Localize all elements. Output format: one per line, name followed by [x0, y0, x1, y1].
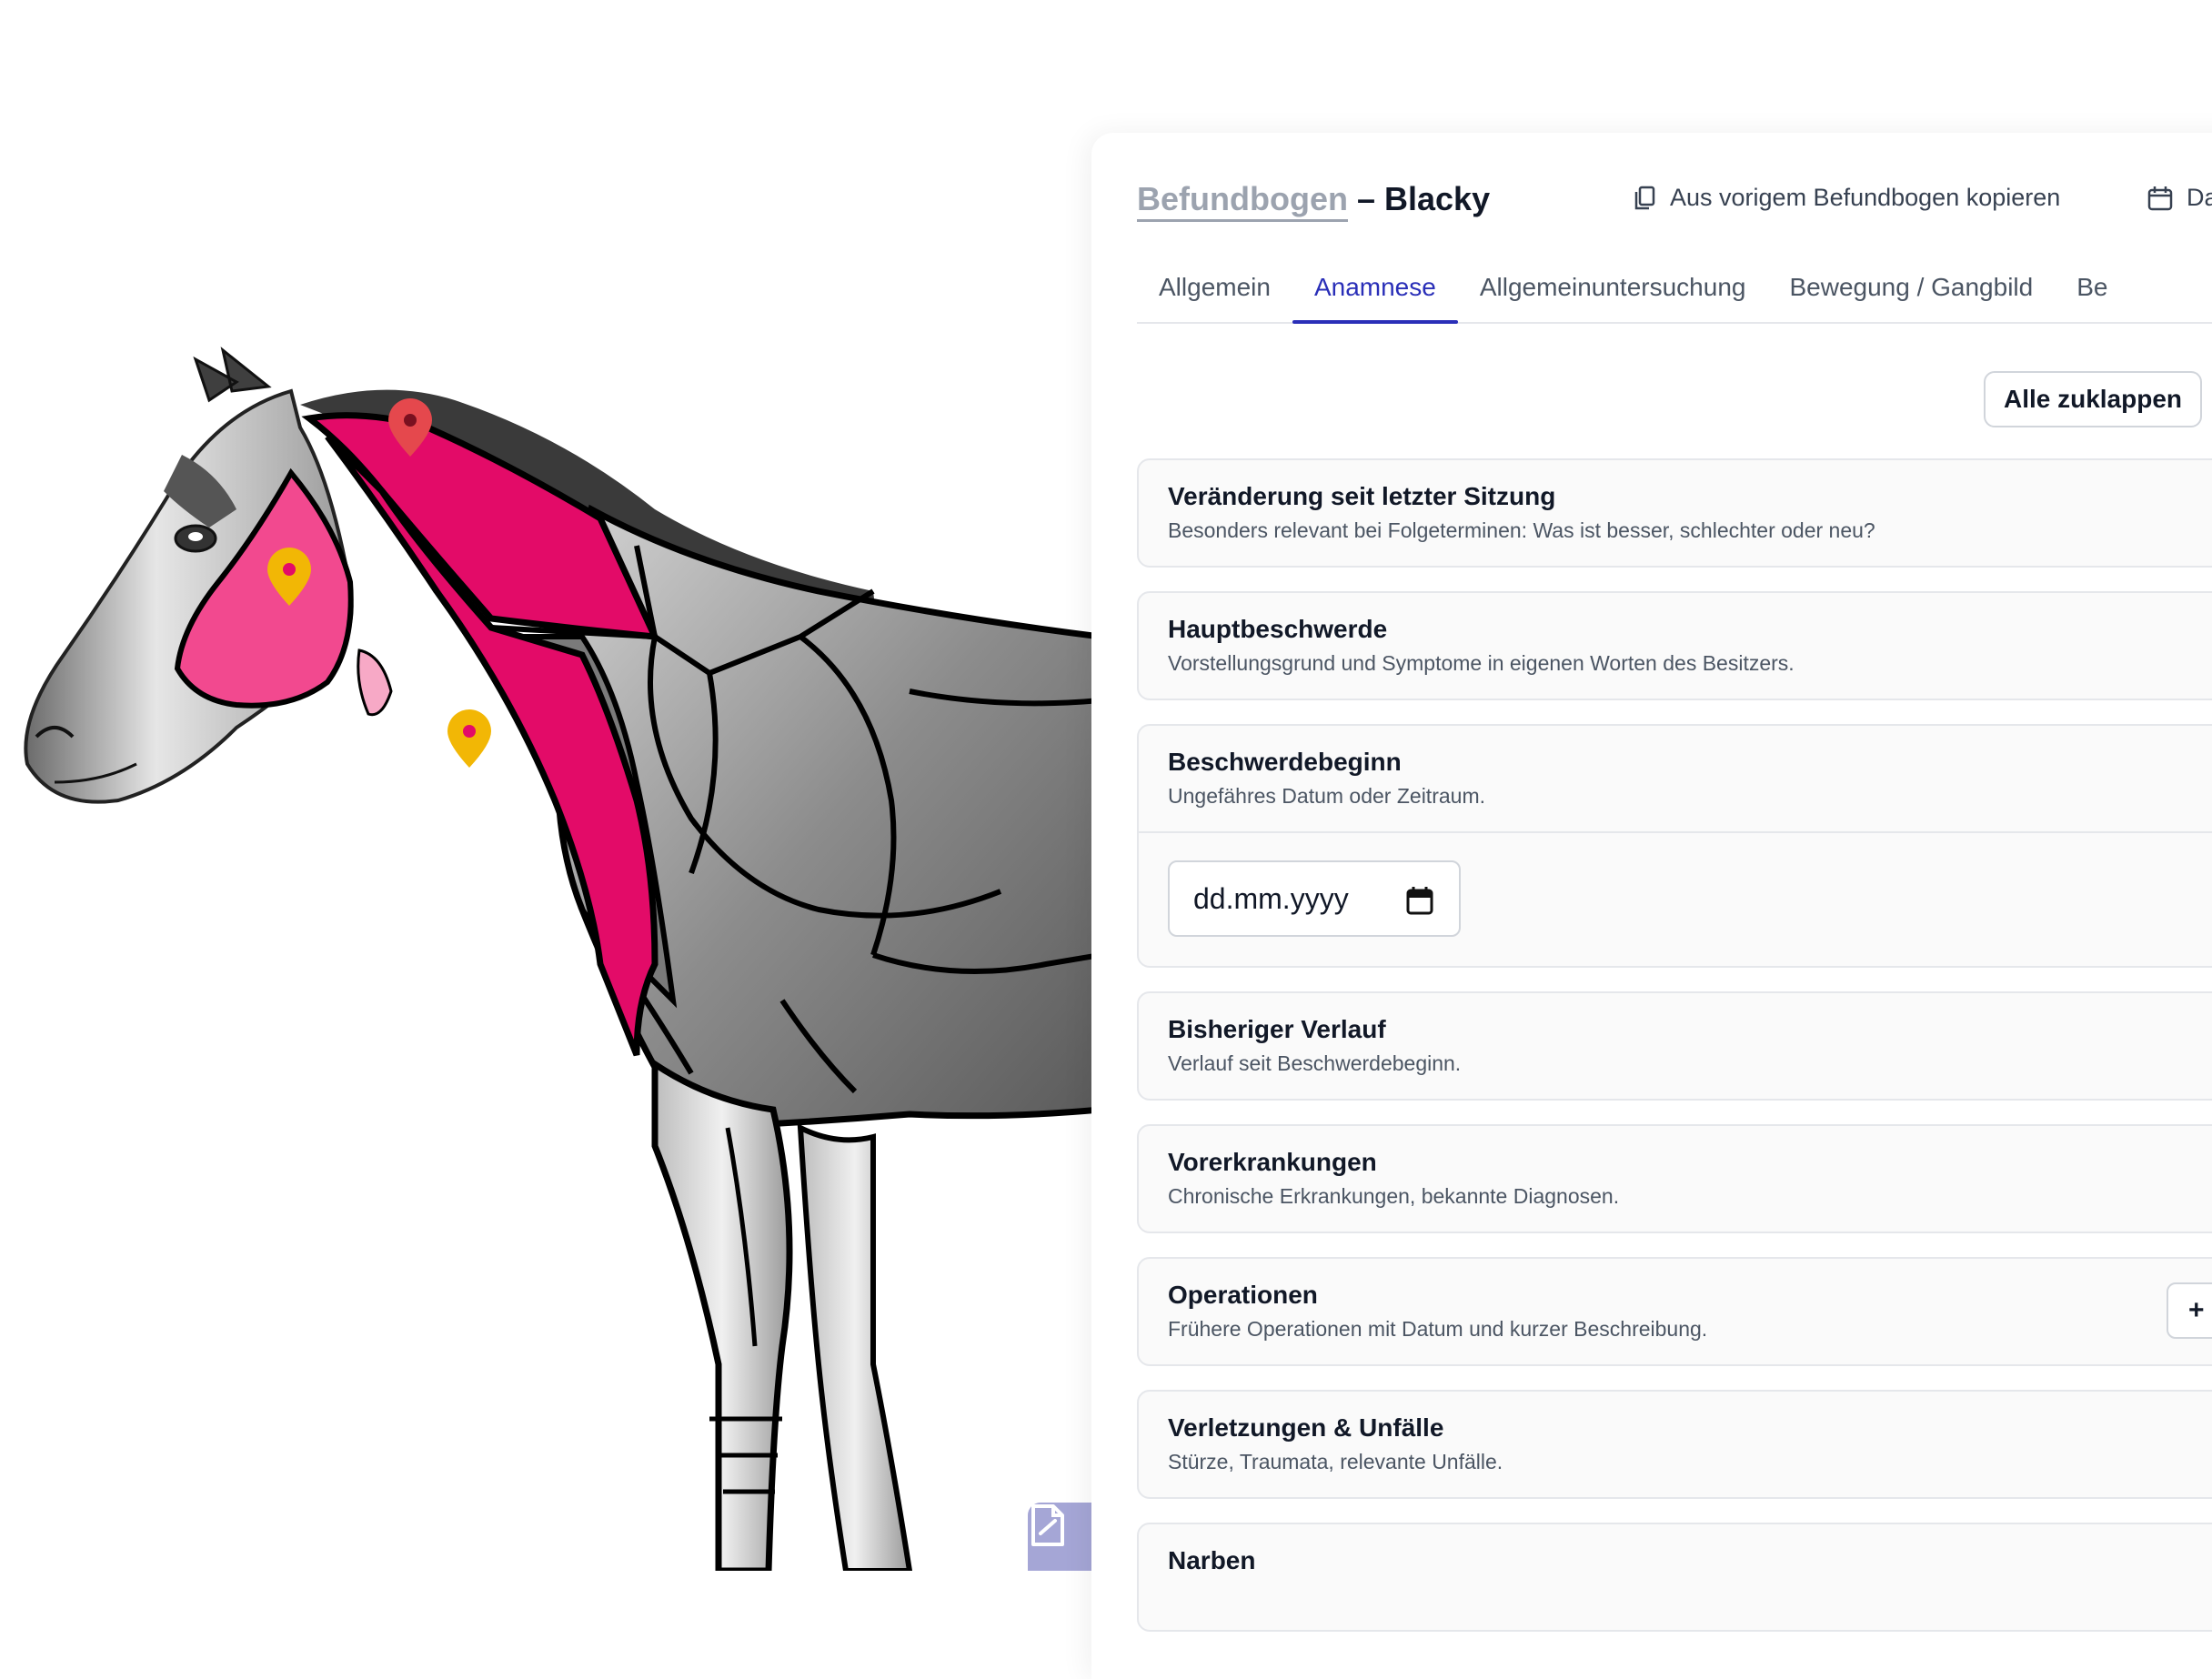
- copy-previous-button[interactable]: Aus vorigem Befundbogen kopieren: [1632, 184, 2060, 212]
- patient-name: Blacky: [1384, 180, 1491, 217]
- tab-bewegung-gangbild[interactable]: Bewegung / Gangbild: [1767, 260, 2055, 322]
- section-title: Beschwerdebeginn: [1168, 748, 1402, 776]
- section-bisheriger-verlauf[interactable]: Bisheriger Verlauf Verlauf seit Beschwer…: [1137, 991, 2212, 1101]
- breadcrumb-befundbogen[interactable]: Befundbogen: [1137, 180, 1348, 222]
- copy-previous-label: Aus vorigem Befundbogen kopieren: [1670, 184, 2061, 211]
- section-operationen[interactable]: Operationen Frühere Operationen mit Datu…: [1137, 1257, 2212, 1366]
- section-description: Besonders relevant bei Folgeterminen: Wa…: [1168, 518, 1875, 542]
- section-veraenderung[interactable]: Veränderung seit letzter Sitzung Besonde…: [1137, 458, 2212, 568]
- collapse-all-button[interactable]: Alle zuklappen: [1984, 371, 2202, 427]
- section-description: Chronische Erkrankungen, bekannte Diagno…: [1168, 1184, 1620, 1208]
- calendar-icon: [2147, 186, 2173, 210]
- horse-anatomy-view[interactable]: [0, 0, 1101, 1571]
- section-description: Stürze, Traumata, relevante Unfälle.: [1168, 1450, 1503, 1473]
- section-description: Vorstellungsgrund und Symptome in eigene…: [1168, 651, 1795, 675]
- section-title: Narben: [1168, 1546, 1256, 1574]
- section-title: Operationen: [1168, 1281, 1318, 1309]
- befundbogen-panel: Befundbogen – Blacky Aus vorigem Befundbog…: [1091, 133, 2212, 1679]
- section-title: Verletzungen & Unfälle: [1168, 1413, 1444, 1442]
- section-verletzungen-unfaelle[interactable]: Verletzungen & Unfälle Stürze, Traumata,…: [1137, 1390, 2212, 1499]
- section-title: Bisheriger Verlauf: [1168, 1015, 1386, 1043]
- section-hauptbeschwerde[interactable]: Hauptbeschwerde Vorstellungsgrund und Sy…: [1137, 591, 2212, 700]
- section-beschwerdebeginn[interactable]: Beschwerdebeginn Ungefähres Datum oder Z…: [1137, 724, 2212, 968]
- section-description: Frühere Operationen mit Datum und kurzer…: [1168, 1317, 1708, 1341]
- section-divider: [1139, 831, 2212, 833]
- section-title: Vorerkrankungen: [1168, 1148, 1377, 1176]
- tab-bar: Allgemein Anamnese Allgemeinuntersuchung…: [1137, 260, 2212, 324]
- date-label: Da: [2187, 184, 2212, 211]
- tab-be[interactable]: Be: [2055, 260, 2129, 322]
- title-separator: –: [1356, 180, 1375, 217]
- section-description: Ungefähres Datum oder Zeitraum.: [1168, 784, 1485, 808]
- beschwerdebeginn-date-input[interactable]: dd.mm.yyyy: [1168, 860, 1461, 937]
- copy-icon: [1634, 186, 1655, 209]
- section-title: Veränderung seit letzter Sitzung: [1168, 482, 1556, 510]
- document-icon: [1031, 1504, 1064, 1546]
- calendar-icon[interactable]: [1406, 886, 1433, 915]
- page-title: Befundbogen – Blacky: [1137, 180, 1491, 222]
- document-button[interactable]: [1028, 1503, 1101, 1571]
- date-button[interactable]: Da: [2147, 184, 2212, 212]
- add-operation-button[interactable]: +: [2167, 1282, 2212, 1339]
- date-placeholder: dd.mm.yyyy: [1193, 882, 1349, 915]
- section-description: Verlauf seit Beschwerdebeginn.: [1168, 1051, 1462, 1075]
- marker-yellow-pin-neck: [447, 709, 491, 768]
- horse-anatomy-illustration[interactable]: [0, 0, 1101, 1571]
- tab-anamnese[interactable]: Anamnese: [1292, 260, 1458, 324]
- section-vorerkrankungen[interactable]: Vorerkrankungen Chronische Erkrankungen,…: [1137, 1124, 2212, 1233]
- section-narben[interactable]: Narben: [1137, 1523, 2212, 1632]
- tab-allgemein[interactable]: Allgemein: [1137, 260, 1292, 322]
- section-title: Hauptbeschwerde: [1168, 615, 1388, 643]
- tab-allgemeinuntersuchung[interactable]: Allgemeinuntersuchung: [1458, 260, 1768, 322]
- panel-header: Befundbogen – Blacky Aus vorigem Befundbog…: [1137, 180, 2212, 231]
